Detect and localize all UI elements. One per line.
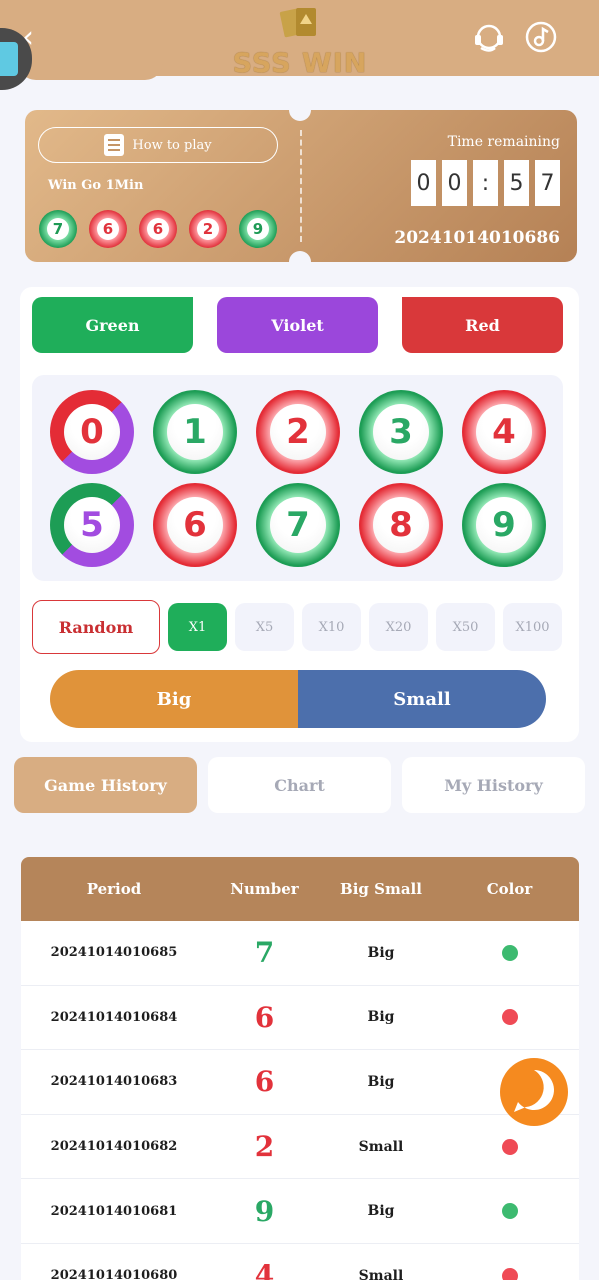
result-ball: 6 — [139, 210, 177, 248]
color-dot — [501, 944, 518, 961]
table-row: 20241014010682 2 Small — [21, 1115, 579, 1180]
table-row: 20241014010680 4 Small — [21, 1244, 579, 1280]
page: ‹ SSS WIN How to play Win Go 1Min 7 6 6 … — [0, 0, 599, 1280]
row-size: Big — [367, 944, 395, 961]
table-row: 20241014010681 9 Big — [21, 1179, 579, 1244]
table-row: 20241014010683 6 Big — [21, 1050, 579, 1115]
color-dot — [501, 1203, 518, 1220]
table-header: Period Number Big Small Color — [21, 857, 579, 921]
current-period: 20241014010686 — [394, 228, 560, 248]
timer-digit: 0 — [411, 160, 436, 206]
tab-chart[interactable]: Chart — [208, 757, 391, 813]
row-size: Small — [358, 1267, 404, 1280]
number-ball-3[interactable]: 3 — [359, 390, 443, 474]
row-number: 6 — [254, 1000, 275, 1034]
result-ball: 7 — [39, 210, 77, 248]
bet-green-button[interactable]: Green — [32, 297, 193, 353]
column-number: Number — [230, 880, 299, 898]
number-ball-0[interactable]: 0 — [50, 390, 134, 474]
tab-game-history[interactable]: Game History — [14, 757, 197, 813]
pin-icon — [0, 42, 18, 76]
logo: SSS WIN — [230, 6, 370, 79]
logo-text: SSS WIN — [232, 48, 368, 79]
color-dot — [501, 1009, 518, 1026]
row-number: 6 — [254, 1065, 275, 1099]
row-number: 7 — [254, 936, 275, 970]
result-ball: 9 — [239, 210, 277, 248]
timer-digit: 7 — [535, 160, 560, 206]
game-timer-card: How to play Win Go 1Min 7 6 6 2 9 Time r… — [25, 99, 577, 273]
result-ball: 6 — [89, 210, 127, 248]
bet-violet-button[interactable]: Violet — [217, 297, 378, 353]
row-period: 20241014010680 — [50, 1268, 178, 1280]
number-grid: 0 1 2 3 4 5 6 7 8 9 — [32, 375, 563, 581]
number-ball-9[interactable]: 9 — [462, 483, 546, 567]
number-ball-4[interactable]: 4 — [462, 390, 546, 474]
multiplier-x100[interactable]: X100 — [503, 603, 562, 651]
how-to-play-label: How to play — [132, 137, 212, 153]
timer-separator: : — [473, 160, 498, 206]
number-ball-1[interactable]: 1 — [153, 390, 237, 474]
header-tab-stub — [18, 50, 163, 80]
row-period: 20241014010685 — [50, 945, 178, 961]
multiplier-x1[interactable]: X1 — [168, 603, 227, 651]
row-size: Small — [358, 1138, 404, 1155]
color-dot — [501, 1267, 518, 1280]
random-button[interactable]: Random — [32, 600, 160, 654]
multiplier-x10[interactable]: X10 — [302, 603, 361, 651]
countdown-timer: 0 0 : 5 7 — [411, 160, 560, 206]
logo-cards-icon — [279, 8, 316, 38]
number-ball-2[interactable]: 2 — [256, 390, 340, 474]
multiplier-x5[interactable]: X5 — [235, 603, 294, 651]
timer-digit: 0 — [442, 160, 467, 206]
row-number: 2 — [254, 1130, 275, 1164]
row-period: 20241014010684 — [50, 1009, 178, 1025]
timer-digit: 5 — [504, 160, 529, 206]
row-size: Big — [367, 1203, 395, 1220]
card-divider — [300, 130, 302, 242]
column-period: Period — [86, 880, 142, 898]
bet-red-button[interactable]: Red — [402, 297, 563, 353]
game-history-table: Period Number Big Small Color 2024101401… — [21, 857, 579, 1280]
row-size: Big — [367, 1073, 395, 1090]
multiplier-x50[interactable]: X50 — [436, 603, 495, 651]
row-number: 9 — [254, 1194, 275, 1228]
row-size: Big — [367, 1009, 395, 1026]
row-period: 20241014010681 — [50, 1203, 178, 1219]
chat-support-icon[interactable] — [498, 1056, 570, 1128]
number-ball-7[interactable]: 7 — [256, 483, 340, 567]
card-notch-bottom — [289, 251, 311, 273]
row-period: 20241014010683 — [50, 1074, 178, 1090]
row-period: 20241014010682 — [50, 1139, 178, 1155]
bet-big-button[interactable]: Big — [50, 670, 298, 728]
music-note-icon[interactable] — [522, 18, 560, 56]
game-name: Win Go 1Min — [48, 178, 144, 193]
document-icon — [104, 134, 125, 156]
bet-small-button[interactable]: Small — [298, 670, 546, 728]
number-ball-8[interactable]: 8 — [359, 483, 443, 567]
column-color: Color — [486, 880, 533, 898]
big-small-toggle: Big Small — [50, 670, 546, 728]
recent-results: 7 6 6 2 9 — [39, 210, 277, 248]
headset-icon[interactable] — [470, 18, 508, 56]
table-row: 20241014010684 6 Big — [21, 986, 579, 1051]
how-to-play-button[interactable]: How to play — [38, 127, 278, 163]
number-ball-5[interactable]: 5 — [50, 483, 134, 567]
color-dot — [501, 1138, 518, 1155]
time-remaining-label: Time remaining — [447, 134, 560, 150]
multiplier-x20[interactable]: X20 — [369, 603, 428, 651]
number-ball-6[interactable]: 6 — [153, 483, 237, 567]
result-ball: 2 — [189, 210, 227, 248]
table-row: 20241014010685 7 Big — [21, 921, 579, 986]
column-big-small: Big Small — [340, 880, 422, 898]
card-notch-top — [289, 99, 311, 121]
tab-my-history[interactable]: My History — [402, 757, 585, 813]
row-number: 4 — [254, 1259, 275, 1280]
betting-panel: Green Violet Red 0 1 2 3 4 5 6 7 8 9 Ran… — [20, 287, 579, 742]
